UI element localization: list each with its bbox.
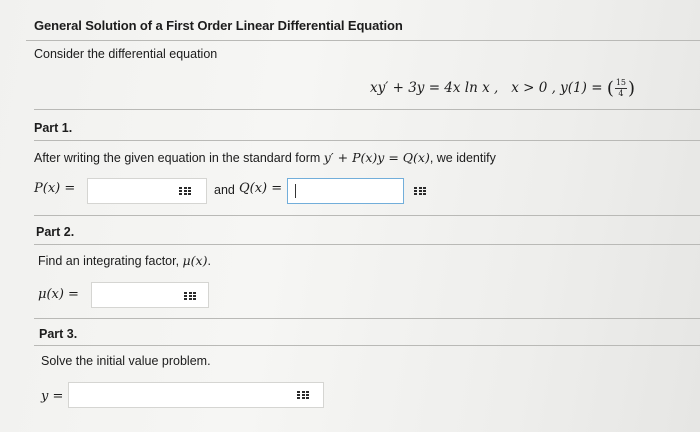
and-text: and <box>214 183 235 197</box>
matrix-grid-icon[interactable] <box>297 390 309 400</box>
matrix-grid-icon[interactable] <box>179 186 191 196</box>
divider <box>34 140 700 141</box>
standard-form: y′ + P(x)y = Q(x) <box>323 150 430 165</box>
part2-heading: Part 2. <box>36 225 75 239</box>
part1-prompt: After writing the given equation in the … <box>34 150 496 165</box>
divider <box>34 345 700 346</box>
equation-condition: x > 0 , y(1) = <box>511 80 603 96</box>
p-label: P(x) = <box>34 181 76 196</box>
q-answer-input[interactable] <box>287 178 404 204</box>
part3-heading: Part 3. <box>39 327 78 341</box>
right-paren: ) <box>628 78 636 99</box>
initial-value-fraction: 15 4 <box>614 78 628 98</box>
text-cursor <box>295 184 296 198</box>
divider <box>34 215 700 216</box>
part3-prompt: Solve the initial value problem. <box>41 354 211 368</box>
y-label: y = <box>41 389 64 404</box>
matrix-grid-icon[interactable] <box>184 291 196 301</box>
intro-text: Consider the differential equation <box>34 47 218 61</box>
divider <box>34 244 700 245</box>
divider <box>34 109 700 110</box>
divider <box>26 40 700 41</box>
y-answer-input[interactable] <box>68 382 324 408</box>
part1-heading: Part 1. <box>34 121 73 135</box>
mu-label: μ(x) = <box>38 287 79 302</box>
q-label: Q(x) = <box>239 181 283 196</box>
differential-equation: xy′ + 3y = 4x ln x , x > 0 , y(1) = (15 4… <box>370 78 635 99</box>
matrix-grid-icon[interactable] <box>414 186 426 196</box>
left-paren: ( <box>606 78 614 99</box>
question-page: General Solution of a First Order Linear… <box>0 0 700 432</box>
equation-lhs: xy′ + 3y = 4x ln x , <box>370 80 499 96</box>
part2-prompt: Find an integrating factor, μ(x). <box>38 253 211 268</box>
divider <box>34 318 700 319</box>
question-title: General Solution of a First Order Linear… <box>34 18 403 33</box>
